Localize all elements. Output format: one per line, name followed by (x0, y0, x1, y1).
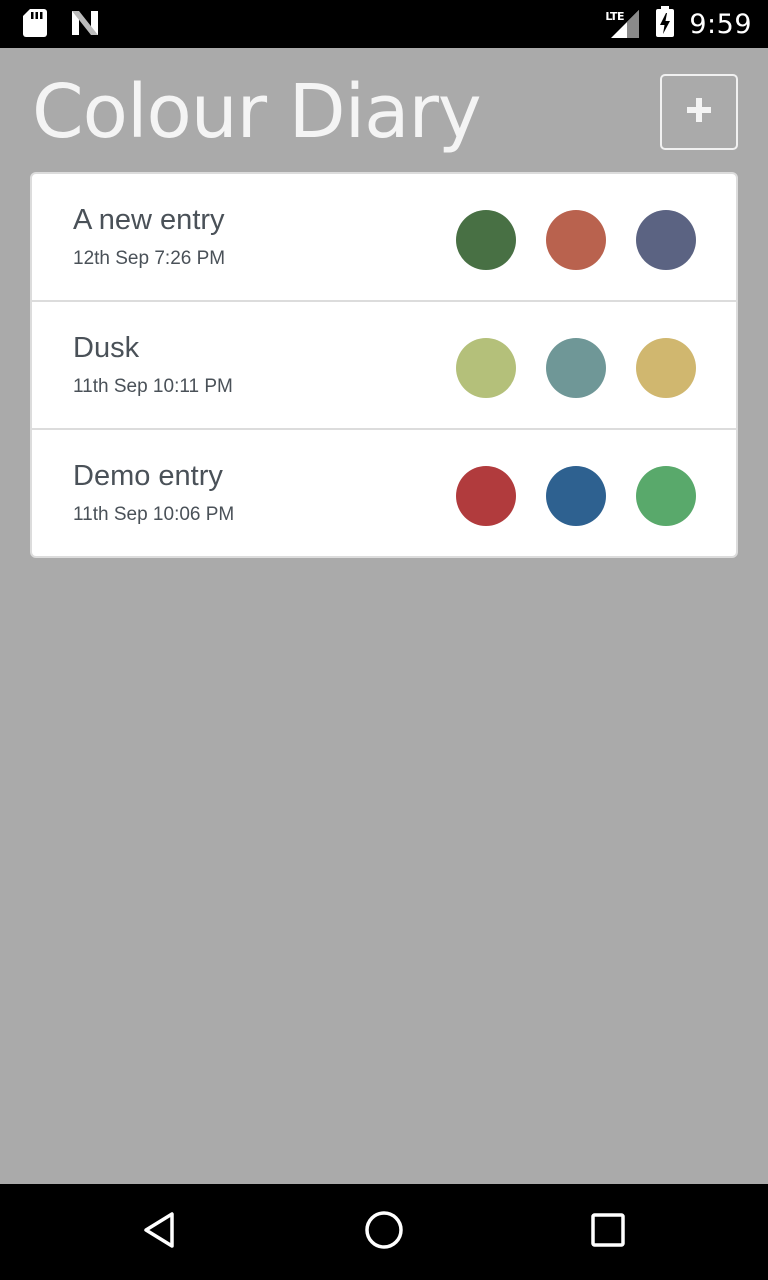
entry-title: A new entry (73, 204, 225, 236)
signal-icon: LTE (603, 8, 641, 40)
entry-date: 11th Sep 10:06 PM (73, 504, 235, 525)
sd-card-icon (22, 8, 48, 43)
app-header: Colour Diary (0, 48, 768, 172)
entry-date: 12th Sep 7:26 PM (73, 248, 226, 269)
home-icon (364, 1210, 404, 1255)
clock-time: 9:59 (689, 8, 752, 40)
entry-row[interactable]: A new entry 12th Sep 7:26 PM (32, 174, 736, 302)
colour-swatch (546, 338, 606, 398)
entry-row[interactable]: Dusk 11th Sep 10:11 PM (32, 302, 736, 430)
back-icon (140, 1210, 180, 1255)
home-button[interactable] (360, 1208, 408, 1256)
navigation-bar (0, 1184, 768, 1280)
recents-icon (588, 1210, 628, 1255)
colour-swatch (636, 210, 696, 270)
entry-title: Demo entry (73, 460, 223, 492)
battery-charging-icon (655, 5, 675, 43)
colour-swatch (636, 466, 696, 526)
status-bar: LTE 9:59 (0, 0, 768, 48)
entry-swatches (456, 338, 696, 398)
entry-row[interactable]: Demo entry 11th Sep 10:06 PM (32, 430, 736, 556)
entry-date: 11th Sep 10:11 PM (73, 376, 233, 397)
entry-list: A new entry 12th Sep 7:26 PM Dusk 11th S… (30, 172, 738, 558)
entry-title: Dusk (73, 332, 140, 364)
entry-swatches (456, 466, 696, 526)
status-bar-right: LTE 9:59 (603, 5, 752, 43)
colour-swatch (546, 210, 606, 270)
colour-swatch (456, 338, 516, 398)
colour-swatch (636, 338, 696, 398)
page-title: Colour Diary (32, 69, 482, 155)
colour-swatch (456, 210, 516, 270)
status-bar-left (22, 8, 100, 43)
entry-swatches (456, 210, 696, 270)
plus-icon (685, 96, 713, 129)
recents-button[interactable] (584, 1208, 632, 1256)
n-logo-icon (70, 9, 100, 42)
add-entry-button[interactable] (660, 74, 738, 150)
colour-swatch (456, 466, 516, 526)
colour-swatch (546, 466, 606, 526)
back-button[interactable] (136, 1208, 184, 1256)
